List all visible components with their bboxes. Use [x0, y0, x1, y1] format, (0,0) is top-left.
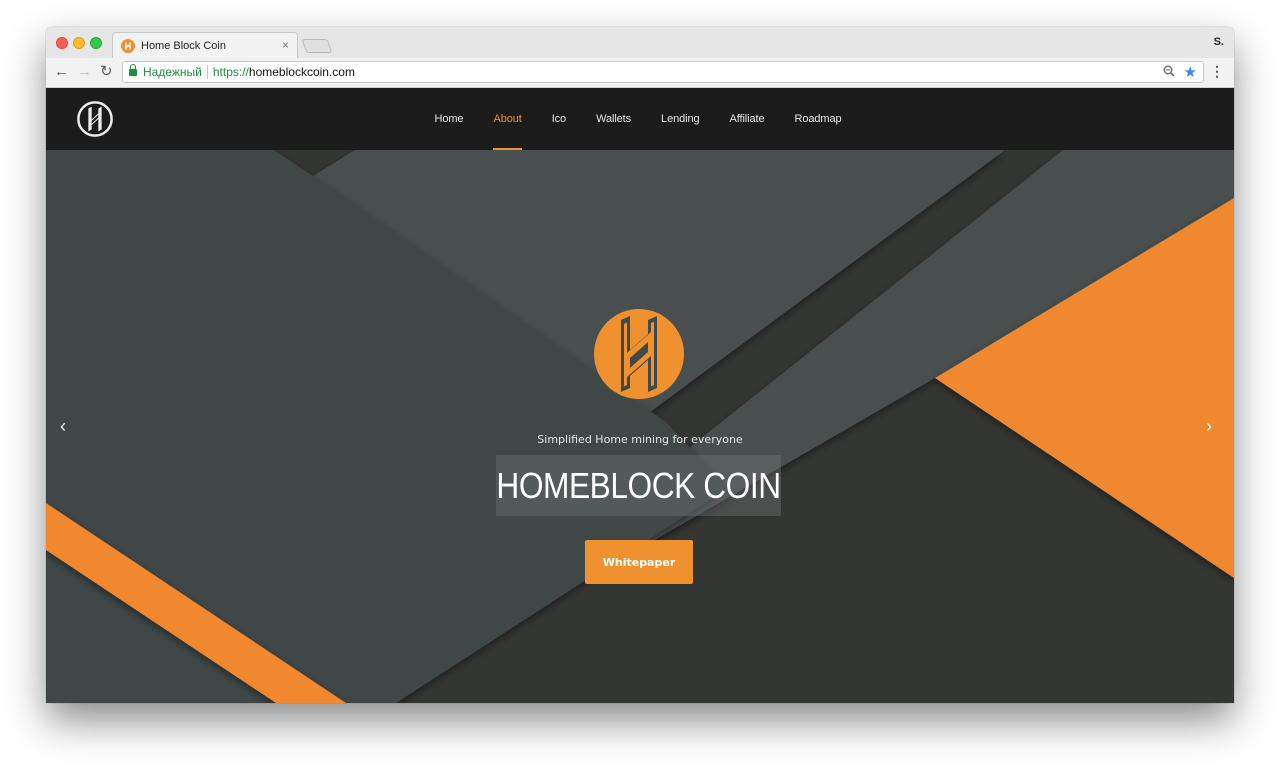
whitepaper-button[interactable]: Whitepaper — [585, 540, 693, 584]
close-window-button[interactable] — [56, 37, 68, 49]
minimize-window-button[interactable] — [73, 37, 85, 49]
tab-bar: Home Block Coin × S. — [46, 27, 1234, 58]
nav-item-lending[interactable]: Lending — [661, 88, 700, 150]
url-host: homeblockcoin.com — [248, 65, 355, 79]
nav-item-roadmap[interactable]: Roadmap — [794, 88, 841, 150]
nav-item-about[interactable]: About — [493, 88, 522, 150]
profile-button[interactable]: S. — [1214, 36, 1224, 48]
reload-icon[interactable]: ↻ — [100, 64, 113, 80]
nav-item-home[interactable]: Home — [435, 88, 464, 150]
nav-item-wallets[interactable]: Wallets — [596, 88, 631, 150]
address-bar[interactable]: Надежный https:// homeblockcoin.com ★ — [122, 61, 1204, 83]
hero-title-box: HOMEBLOCK COIN — [496, 455, 781, 516]
security-label: Надежный — [143, 65, 202, 79]
browser-toolbar: ← → ↻ Надежный https:// homeblockcoin.co… — [46, 58, 1234, 88]
nav-item-ico[interactable]: Ico — [552, 88, 566, 150]
close-tab-icon[interactable]: × — [282, 38, 289, 52]
lock-icon — [129, 63, 137, 77]
hero-tagline: Simplified Home mining for everyone — [537, 433, 743, 446]
back-icon[interactable]: ← — [54, 64, 69, 80]
hero-background — [46, 150, 1234, 703]
forward-icon[interactable]: → — [77, 64, 92, 80]
bookmark-star-icon[interactable]: ★ — [1184, 63, 1197, 81]
browser-tab[interactable]: Home Block Coin × — [112, 32, 298, 58]
tab-title: Home Block Coin — [141, 39, 226, 52]
hero-title: HOMEBLOCK COIN — [496, 464, 781, 506]
zoom-icon[interactable] — [1163, 65, 1175, 80]
url-scheme: https:// — [212, 65, 249, 79]
favicon-icon — [121, 38, 135, 53]
divider — [206, 65, 208, 79]
website: Home About Ico Wallets Lending Affiliate Roadm… — [46, 88, 1234, 703]
new-tab-button[interactable] — [301, 39, 333, 53]
hero-slider: ‹ › Simplified Home mining for everyone … — [46, 150, 1234, 703]
maximize-window-button[interactable] — [90, 37, 102, 49]
browser-menu-icon[interactable]: ⋮ — [1210, 63, 1224, 79]
main-menu: Home About Ico Wallets Lending Affiliate Roadm… — [46, 88, 1234, 150]
site-navbar: Home About Ico Wallets Lending Affiliate Roadm… — [46, 88, 1234, 150]
hero-logo-icon — [594, 309, 684, 399]
browser-window: Home Block Coin × S. ← → ↻ Надежный http… — [46, 27, 1234, 703]
nav-item-affiliate[interactable]: Affiliate — [730, 88, 765, 150]
